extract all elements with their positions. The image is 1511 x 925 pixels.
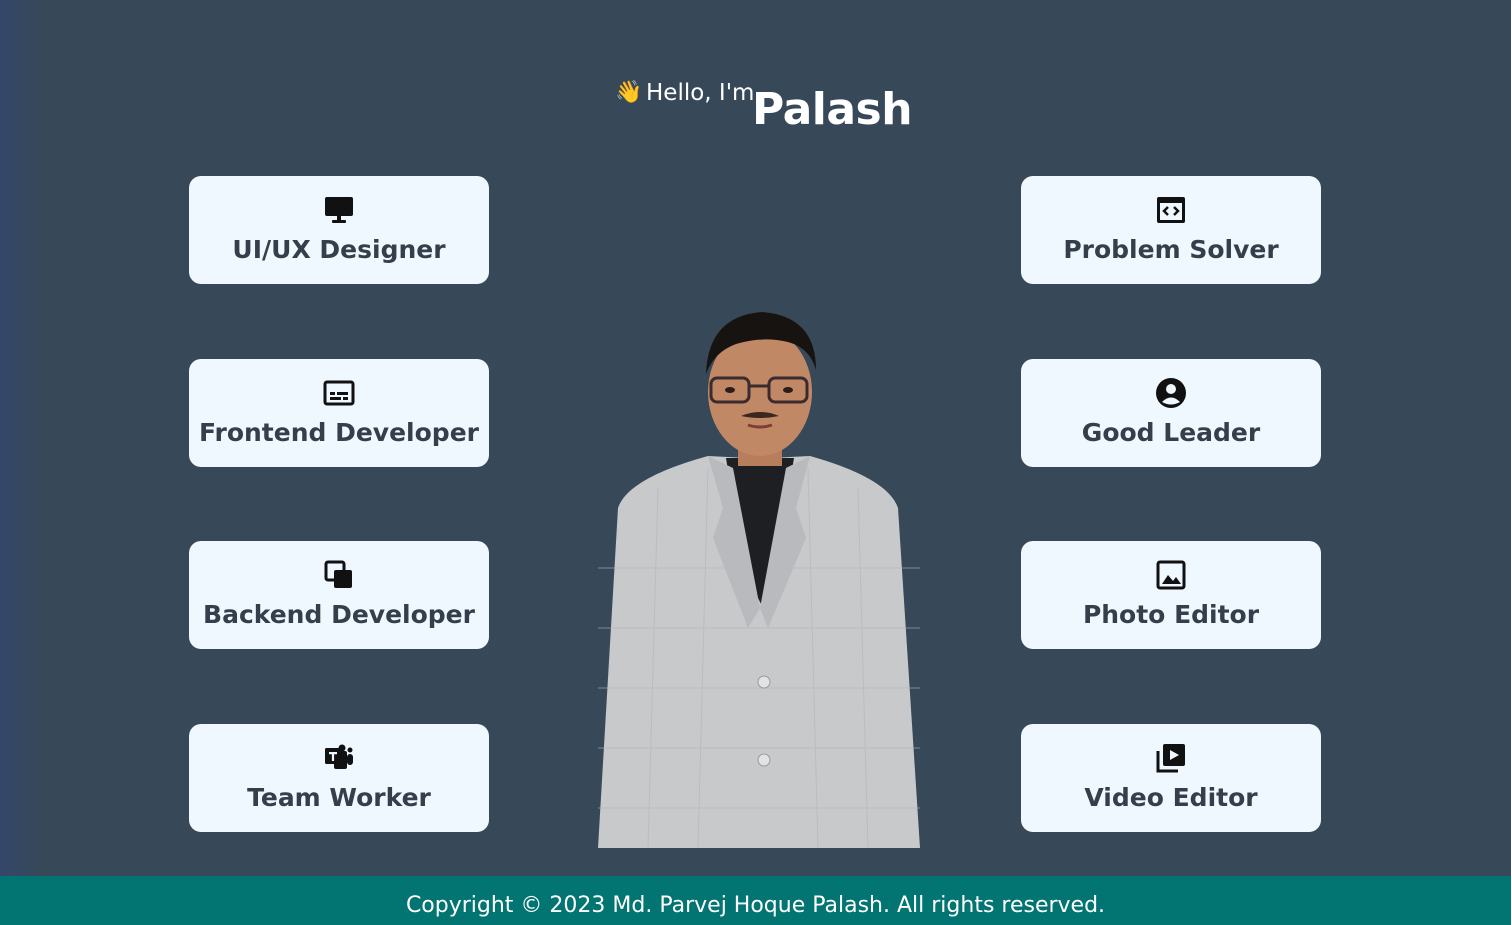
skill-label: Problem Solver — [1063, 235, 1279, 264]
footer: Copyright © 2023 Md. Parvej Hoque Palash… — [0, 876, 1511, 925]
skill-label: Backend Developer — [203, 600, 475, 629]
layers-icon — [323, 559, 355, 591]
subtitles-icon — [323, 377, 355, 409]
hero-name: Palash — [752, 84, 913, 135]
skill-label: Video Editor — [1084, 783, 1258, 812]
skill-label: Team Worker — [247, 783, 431, 812]
teams-icon — [323, 742, 355, 774]
skill-card-ui-ux-designer[interactable]: UI/UX Designer — [189, 176, 489, 284]
skill-card-problem-solver[interactable]: Problem Solver — [1021, 176, 1321, 284]
skill-card-frontend-developer[interactable]: Frontend Developer — [189, 359, 489, 467]
skill-card-team-worker[interactable]: Team Worker — [189, 724, 489, 832]
skill-card-video-editor[interactable]: Video Editor — [1021, 724, 1321, 832]
skill-label: Photo Editor — [1082, 600, 1260, 629]
user-circle-icon — [1155, 377, 1187, 409]
desktop-icon — [323, 194, 355, 226]
greeting-text: Hello, I'm — [646, 80, 755, 106]
skill-card-good-leader[interactable]: Good Leader — [1021, 359, 1321, 467]
code-window-icon — [1155, 194, 1187, 226]
hero-greeting: 👋 Hello, I'm Palash — [615, 78, 915, 138]
copyright-text: Copyright © 2023 Md. Parvej Hoque Palash… — [405, 893, 1106, 918]
video-library-icon — [1155, 742, 1187, 774]
skill-label: Frontend Developer — [199, 418, 479, 447]
skill-card-backend-developer[interactable]: Backend Developer — [189, 541, 489, 649]
portrait-photo — [598, 308, 920, 848]
skill-label: Good Leader — [1081, 418, 1261, 447]
waving-hand-icon: 👋 — [615, 80, 643, 105]
skill-label: UI/UX Designer — [232, 235, 446, 264]
left-edge-shade — [0, 0, 40, 925]
skill-card-photo-editor[interactable]: Photo Editor — [1021, 541, 1321, 649]
image-icon — [1155, 559, 1187, 591]
